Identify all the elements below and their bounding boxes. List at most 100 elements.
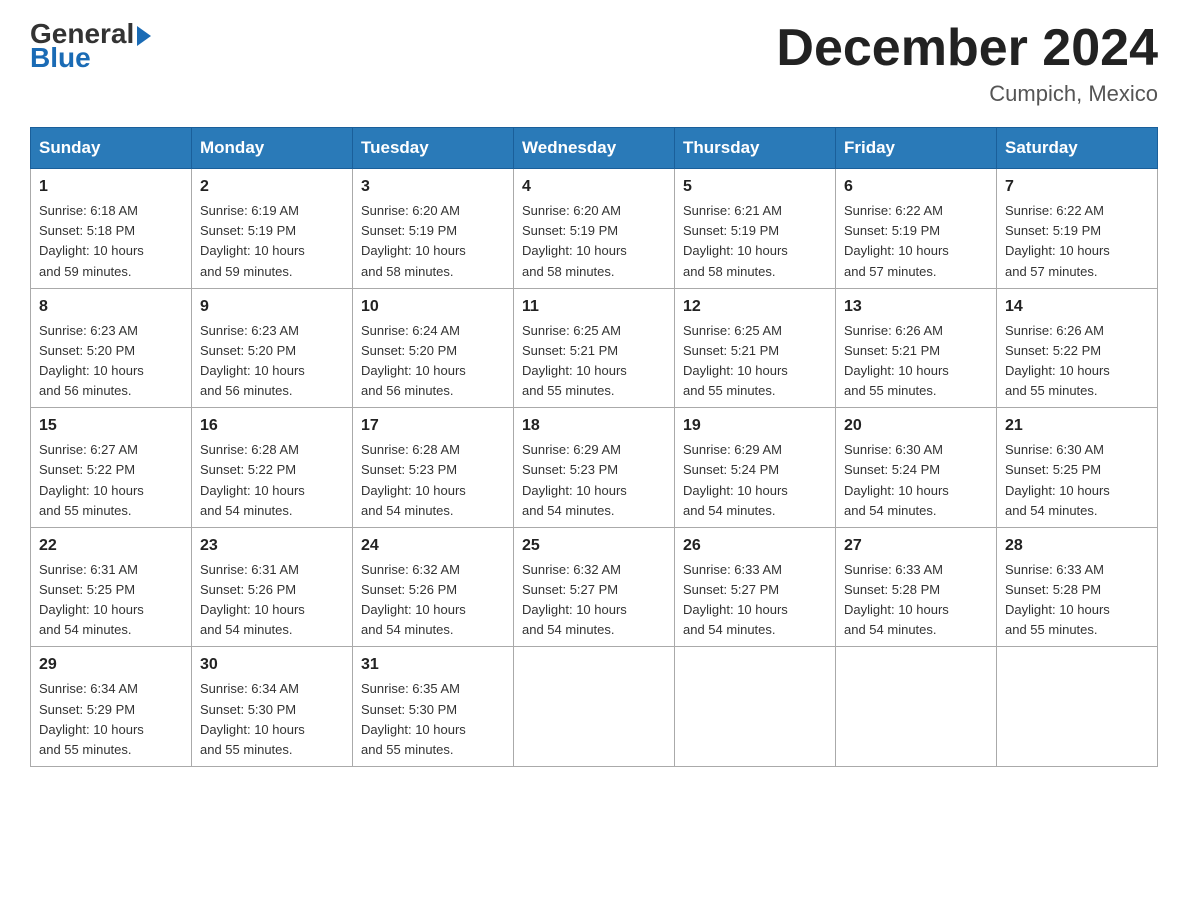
day-info: Sunrise: 6:30 AMSunset: 5:24 PMDaylight:… [844,440,988,521]
calendar-day-cell: 12Sunrise: 6:25 AMSunset: 5:21 PMDayligh… [675,288,836,408]
calendar-day-cell: 10Sunrise: 6:24 AMSunset: 5:20 PMDayligh… [353,288,514,408]
day-info: Sunrise: 6:24 AMSunset: 5:20 PMDaylight:… [361,321,505,402]
day-info: Sunrise: 6:23 AMSunset: 5:20 PMDaylight:… [200,321,344,402]
logo: General Blue [30,20,151,72]
day-info: Sunrise: 6:35 AMSunset: 5:30 PMDaylight:… [361,679,505,760]
day-number: 19 [683,414,827,438]
day-number: 27 [844,534,988,558]
logo-blue-text: Blue [30,44,151,72]
calendar-day-cell: 26Sunrise: 6:33 AMSunset: 5:27 PMDayligh… [675,527,836,647]
day-number: 23 [200,534,344,558]
day-number: 13 [844,295,988,319]
day-number: 9 [200,295,344,319]
calendar-week-row: 15Sunrise: 6:27 AMSunset: 5:22 PMDayligh… [31,408,1158,528]
day-info: Sunrise: 6:23 AMSunset: 5:20 PMDaylight:… [39,321,183,402]
day-info: Sunrise: 6:33 AMSunset: 5:28 PMDaylight:… [844,560,988,641]
day-info: Sunrise: 6:32 AMSunset: 5:26 PMDaylight:… [361,560,505,641]
calendar-day-cell: 8Sunrise: 6:23 AMSunset: 5:20 PMDaylight… [31,288,192,408]
calendar-table: SundayMondayTuesdayWednesdayThursdayFrid… [30,127,1158,767]
calendar-day-cell: 13Sunrise: 6:26 AMSunset: 5:21 PMDayligh… [836,288,997,408]
calendar-day-cell: 1Sunrise: 6:18 AMSunset: 5:18 PMDaylight… [31,169,192,289]
calendar-day-cell: 29Sunrise: 6:34 AMSunset: 5:29 PMDayligh… [31,647,192,767]
calendar-day-cell: 3Sunrise: 6:20 AMSunset: 5:19 PMDaylight… [353,169,514,289]
empty-cell [675,647,836,767]
day-number: 12 [683,295,827,319]
calendar-day-cell: 24Sunrise: 6:32 AMSunset: 5:26 PMDayligh… [353,527,514,647]
calendar-day-cell: 2Sunrise: 6:19 AMSunset: 5:19 PMDaylight… [192,169,353,289]
day-number: 3 [361,175,505,199]
day-info: Sunrise: 6:31 AMSunset: 5:25 PMDaylight:… [39,560,183,641]
day-info: Sunrise: 6:29 AMSunset: 5:24 PMDaylight:… [683,440,827,521]
day-number: 21 [1005,414,1149,438]
day-info: Sunrise: 6:28 AMSunset: 5:22 PMDaylight:… [200,440,344,521]
calendar-day-cell: 15Sunrise: 6:27 AMSunset: 5:22 PMDayligh… [31,408,192,528]
day-number: 14 [1005,295,1149,319]
day-of-week-header: Sunday [31,128,192,169]
day-number: 22 [39,534,183,558]
day-number: 31 [361,653,505,677]
calendar-day-cell: 5Sunrise: 6:21 AMSunset: 5:19 PMDaylight… [675,169,836,289]
day-of-week-header: Monday [192,128,353,169]
calendar-day-cell: 28Sunrise: 6:33 AMSunset: 5:28 PMDayligh… [997,527,1158,647]
logo-triangle-icon [137,26,151,46]
empty-cell [514,647,675,767]
calendar-week-row: 29Sunrise: 6:34 AMSunset: 5:29 PMDayligh… [31,647,1158,767]
day-info: Sunrise: 6:29 AMSunset: 5:23 PMDaylight:… [522,440,666,521]
day-of-week-header: Tuesday [353,128,514,169]
calendar-week-row: 22Sunrise: 6:31 AMSunset: 5:25 PMDayligh… [31,527,1158,647]
calendar-day-cell: 17Sunrise: 6:28 AMSunset: 5:23 PMDayligh… [353,408,514,528]
day-number: 20 [844,414,988,438]
day-info: Sunrise: 6:34 AMSunset: 5:29 PMDaylight:… [39,679,183,760]
calendar-day-cell: 21Sunrise: 6:30 AMSunset: 5:25 PMDayligh… [997,408,1158,528]
day-number: 10 [361,295,505,319]
calendar-day-cell: 22Sunrise: 6:31 AMSunset: 5:25 PMDayligh… [31,527,192,647]
day-of-week-header: Friday [836,128,997,169]
calendar-day-cell: 4Sunrise: 6:20 AMSunset: 5:19 PMDaylight… [514,169,675,289]
day-info: Sunrise: 6:20 AMSunset: 5:19 PMDaylight:… [522,201,666,282]
day-number: 8 [39,295,183,319]
day-info: Sunrise: 6:22 AMSunset: 5:19 PMDaylight:… [1005,201,1149,282]
day-info: Sunrise: 6:27 AMSunset: 5:22 PMDaylight:… [39,440,183,521]
calendar-day-cell: 9Sunrise: 6:23 AMSunset: 5:20 PMDaylight… [192,288,353,408]
day-number: 11 [522,295,666,319]
empty-cell [997,647,1158,767]
day-info: Sunrise: 6:30 AMSunset: 5:25 PMDaylight:… [1005,440,1149,521]
day-of-week-header: Saturday [997,128,1158,169]
calendar-day-cell: 19Sunrise: 6:29 AMSunset: 5:24 PMDayligh… [675,408,836,528]
day-number: 28 [1005,534,1149,558]
day-info: Sunrise: 6:33 AMSunset: 5:27 PMDaylight:… [683,560,827,641]
day-info: Sunrise: 6:22 AMSunset: 5:19 PMDaylight:… [844,201,988,282]
day-number: 29 [39,653,183,677]
month-year-title: December 2024 [776,20,1158,77]
day-of-week-header: Wednesday [514,128,675,169]
day-info: Sunrise: 6:20 AMSunset: 5:19 PMDaylight:… [361,201,505,282]
calendar-day-cell: 14Sunrise: 6:26 AMSunset: 5:22 PMDayligh… [997,288,1158,408]
calendar-day-cell: 11Sunrise: 6:25 AMSunset: 5:21 PMDayligh… [514,288,675,408]
calendar-day-cell: 16Sunrise: 6:28 AMSunset: 5:22 PMDayligh… [192,408,353,528]
day-info: Sunrise: 6:32 AMSunset: 5:27 PMDaylight:… [522,560,666,641]
day-number: 30 [200,653,344,677]
calendar-day-cell: 31Sunrise: 6:35 AMSunset: 5:30 PMDayligh… [353,647,514,767]
day-number: 25 [522,534,666,558]
calendar-day-cell: 6Sunrise: 6:22 AMSunset: 5:19 PMDaylight… [836,169,997,289]
calendar-day-cell: 30Sunrise: 6:34 AMSunset: 5:30 PMDayligh… [192,647,353,767]
day-of-week-header: Thursday [675,128,836,169]
calendar-week-row: 1Sunrise: 6:18 AMSunset: 5:18 PMDaylight… [31,169,1158,289]
day-info: Sunrise: 6:28 AMSunset: 5:23 PMDaylight:… [361,440,505,521]
calendar-day-cell: 20Sunrise: 6:30 AMSunset: 5:24 PMDayligh… [836,408,997,528]
title-area: December 2024 Cumpich, Mexico [776,20,1158,107]
day-number: 2 [200,175,344,199]
calendar-header-row: SundayMondayTuesdayWednesdayThursdayFrid… [31,128,1158,169]
day-number: 24 [361,534,505,558]
location-subtitle: Cumpich, Mexico [776,81,1158,107]
day-number: 6 [844,175,988,199]
calendar-day-cell: 25Sunrise: 6:32 AMSunset: 5:27 PMDayligh… [514,527,675,647]
day-info: Sunrise: 6:31 AMSunset: 5:26 PMDaylight:… [200,560,344,641]
calendar-day-cell: 18Sunrise: 6:29 AMSunset: 5:23 PMDayligh… [514,408,675,528]
day-number: 18 [522,414,666,438]
day-info: Sunrise: 6:18 AMSunset: 5:18 PMDaylight:… [39,201,183,282]
page-header: General Blue December 2024 Cumpich, Mexi… [30,20,1158,107]
day-number: 5 [683,175,827,199]
day-number: 17 [361,414,505,438]
calendar-day-cell: 23Sunrise: 6:31 AMSunset: 5:26 PMDayligh… [192,527,353,647]
